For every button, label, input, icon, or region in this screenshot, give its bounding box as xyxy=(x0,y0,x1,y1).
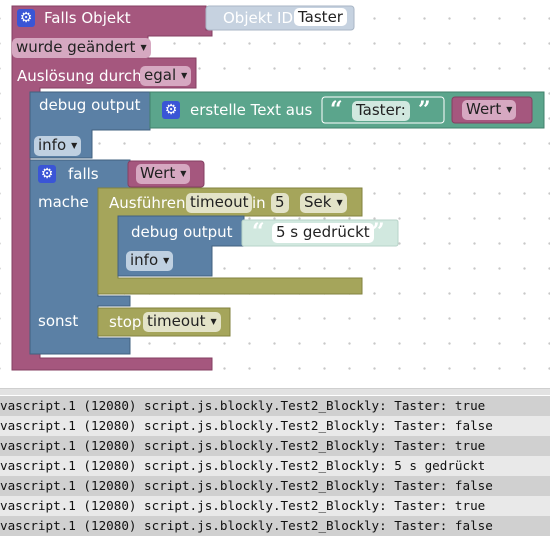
debug-inner-text[interactable]: 5 s gedrückt xyxy=(272,223,374,243)
log-console[interactable]: vascript.1 (12080) script.js.blockly.Tes… xyxy=(0,388,550,543)
var-wert-if-value: Wert xyxy=(140,164,176,182)
debug-outer-level-value: info xyxy=(38,136,67,154)
text-join-label: erstelle Text aus xyxy=(190,101,313,119)
string-taster[interactable]: Taster: xyxy=(352,101,410,121)
object-id-value[interactable]: Taster xyxy=(294,8,347,26)
stop-timeout-dropdown[interactable]: timeout ▼ xyxy=(143,312,221,332)
change-dropdown[interactable]: wurde geändert ▼ xyxy=(12,38,151,58)
if-label: falls xyxy=(68,165,99,183)
debug-inner-level-value: info xyxy=(130,251,159,269)
log-line: vascript.1 (12080) script.js.blockly.Tes… xyxy=(0,456,550,476)
timeout-delay[interactable]: 5 xyxy=(271,193,289,213)
close-quote-icon: ” xyxy=(372,219,385,245)
do-label: mache xyxy=(38,193,89,211)
gear-icon[interactable]: ⚙ xyxy=(162,101,180,119)
stop-label: stop xyxy=(109,313,142,331)
console-divider xyxy=(0,388,550,395)
timeout-unit-dropdown[interactable]: Sek ▼ xyxy=(300,193,347,213)
debug-outer-level[interactable]: info ▼ xyxy=(34,136,82,156)
var-wert-outer-value: Wert xyxy=(466,100,502,118)
log-line: vascript.1 (12080) script.js.blockly.Tes… xyxy=(0,436,550,456)
chevron-down-icon: ▼ xyxy=(336,198,343,207)
log-line: vascript.1 (12080) script.js.blockly.Tes… xyxy=(0,396,550,416)
trigger-dropdown[interactable]: egal ▼ xyxy=(140,66,192,86)
debug-inner-label: debug output xyxy=(131,223,233,241)
close-quote-icon: ” xyxy=(418,97,431,123)
debug-inner-level[interactable]: info ▼ xyxy=(126,251,174,271)
timeout-name[interactable]: timeout xyxy=(186,193,253,213)
else-label: sonst xyxy=(38,312,79,330)
timeout-label: Ausführen xyxy=(109,194,186,212)
blockly-workspace[interactable]: ⚙ Falls Objekt Objekt ID Taster wurde ge… xyxy=(0,0,550,388)
var-wert-outer[interactable]: Wert ▼ xyxy=(462,100,517,120)
chevron-down-icon: ▼ xyxy=(506,105,513,114)
trigger-label: Auslösung durch xyxy=(17,67,142,85)
var-wert-if[interactable]: Wert ▼ xyxy=(136,164,191,184)
log-line: vascript.1 (12080) script.js.blockly.Tes… xyxy=(0,416,550,436)
trigger-title: Falls Objekt xyxy=(44,9,131,27)
timeout-in-label: in xyxy=(252,194,266,212)
open-quote-icon: “ xyxy=(330,97,343,123)
chevron-down-icon: ▼ xyxy=(71,141,78,150)
log-line: vascript.1 (12080) script.js.blockly.Tes… xyxy=(0,516,550,536)
debug-outer-label: debug output xyxy=(39,96,141,114)
chevron-down-icon: ▼ xyxy=(180,169,187,178)
log-line: vascript.1 (12080) script.js.blockly.Tes… xyxy=(0,476,550,496)
open-quote-icon: “ xyxy=(252,219,265,245)
timeout-unit-value: Sek xyxy=(304,193,332,211)
object-id-label: Objekt ID xyxy=(223,9,294,27)
log-line: vascript.1 (12080) script.js.blockly.Tes… xyxy=(0,496,550,516)
gear-icon[interactable]: ⚙ xyxy=(38,165,56,183)
trigger-dropdown-value: egal xyxy=(144,66,177,84)
chevron-down-icon: ▼ xyxy=(163,256,170,265)
gear-icon[interactable]: ⚙ xyxy=(17,9,35,27)
chevron-down-icon: ▼ xyxy=(140,43,147,52)
change-dropdown-value: wurde geändert xyxy=(16,38,136,56)
chevron-down-icon: ▼ xyxy=(210,317,217,326)
stop-timeout-value: timeout xyxy=(147,312,206,330)
chevron-down-icon: ▼ xyxy=(181,71,188,80)
